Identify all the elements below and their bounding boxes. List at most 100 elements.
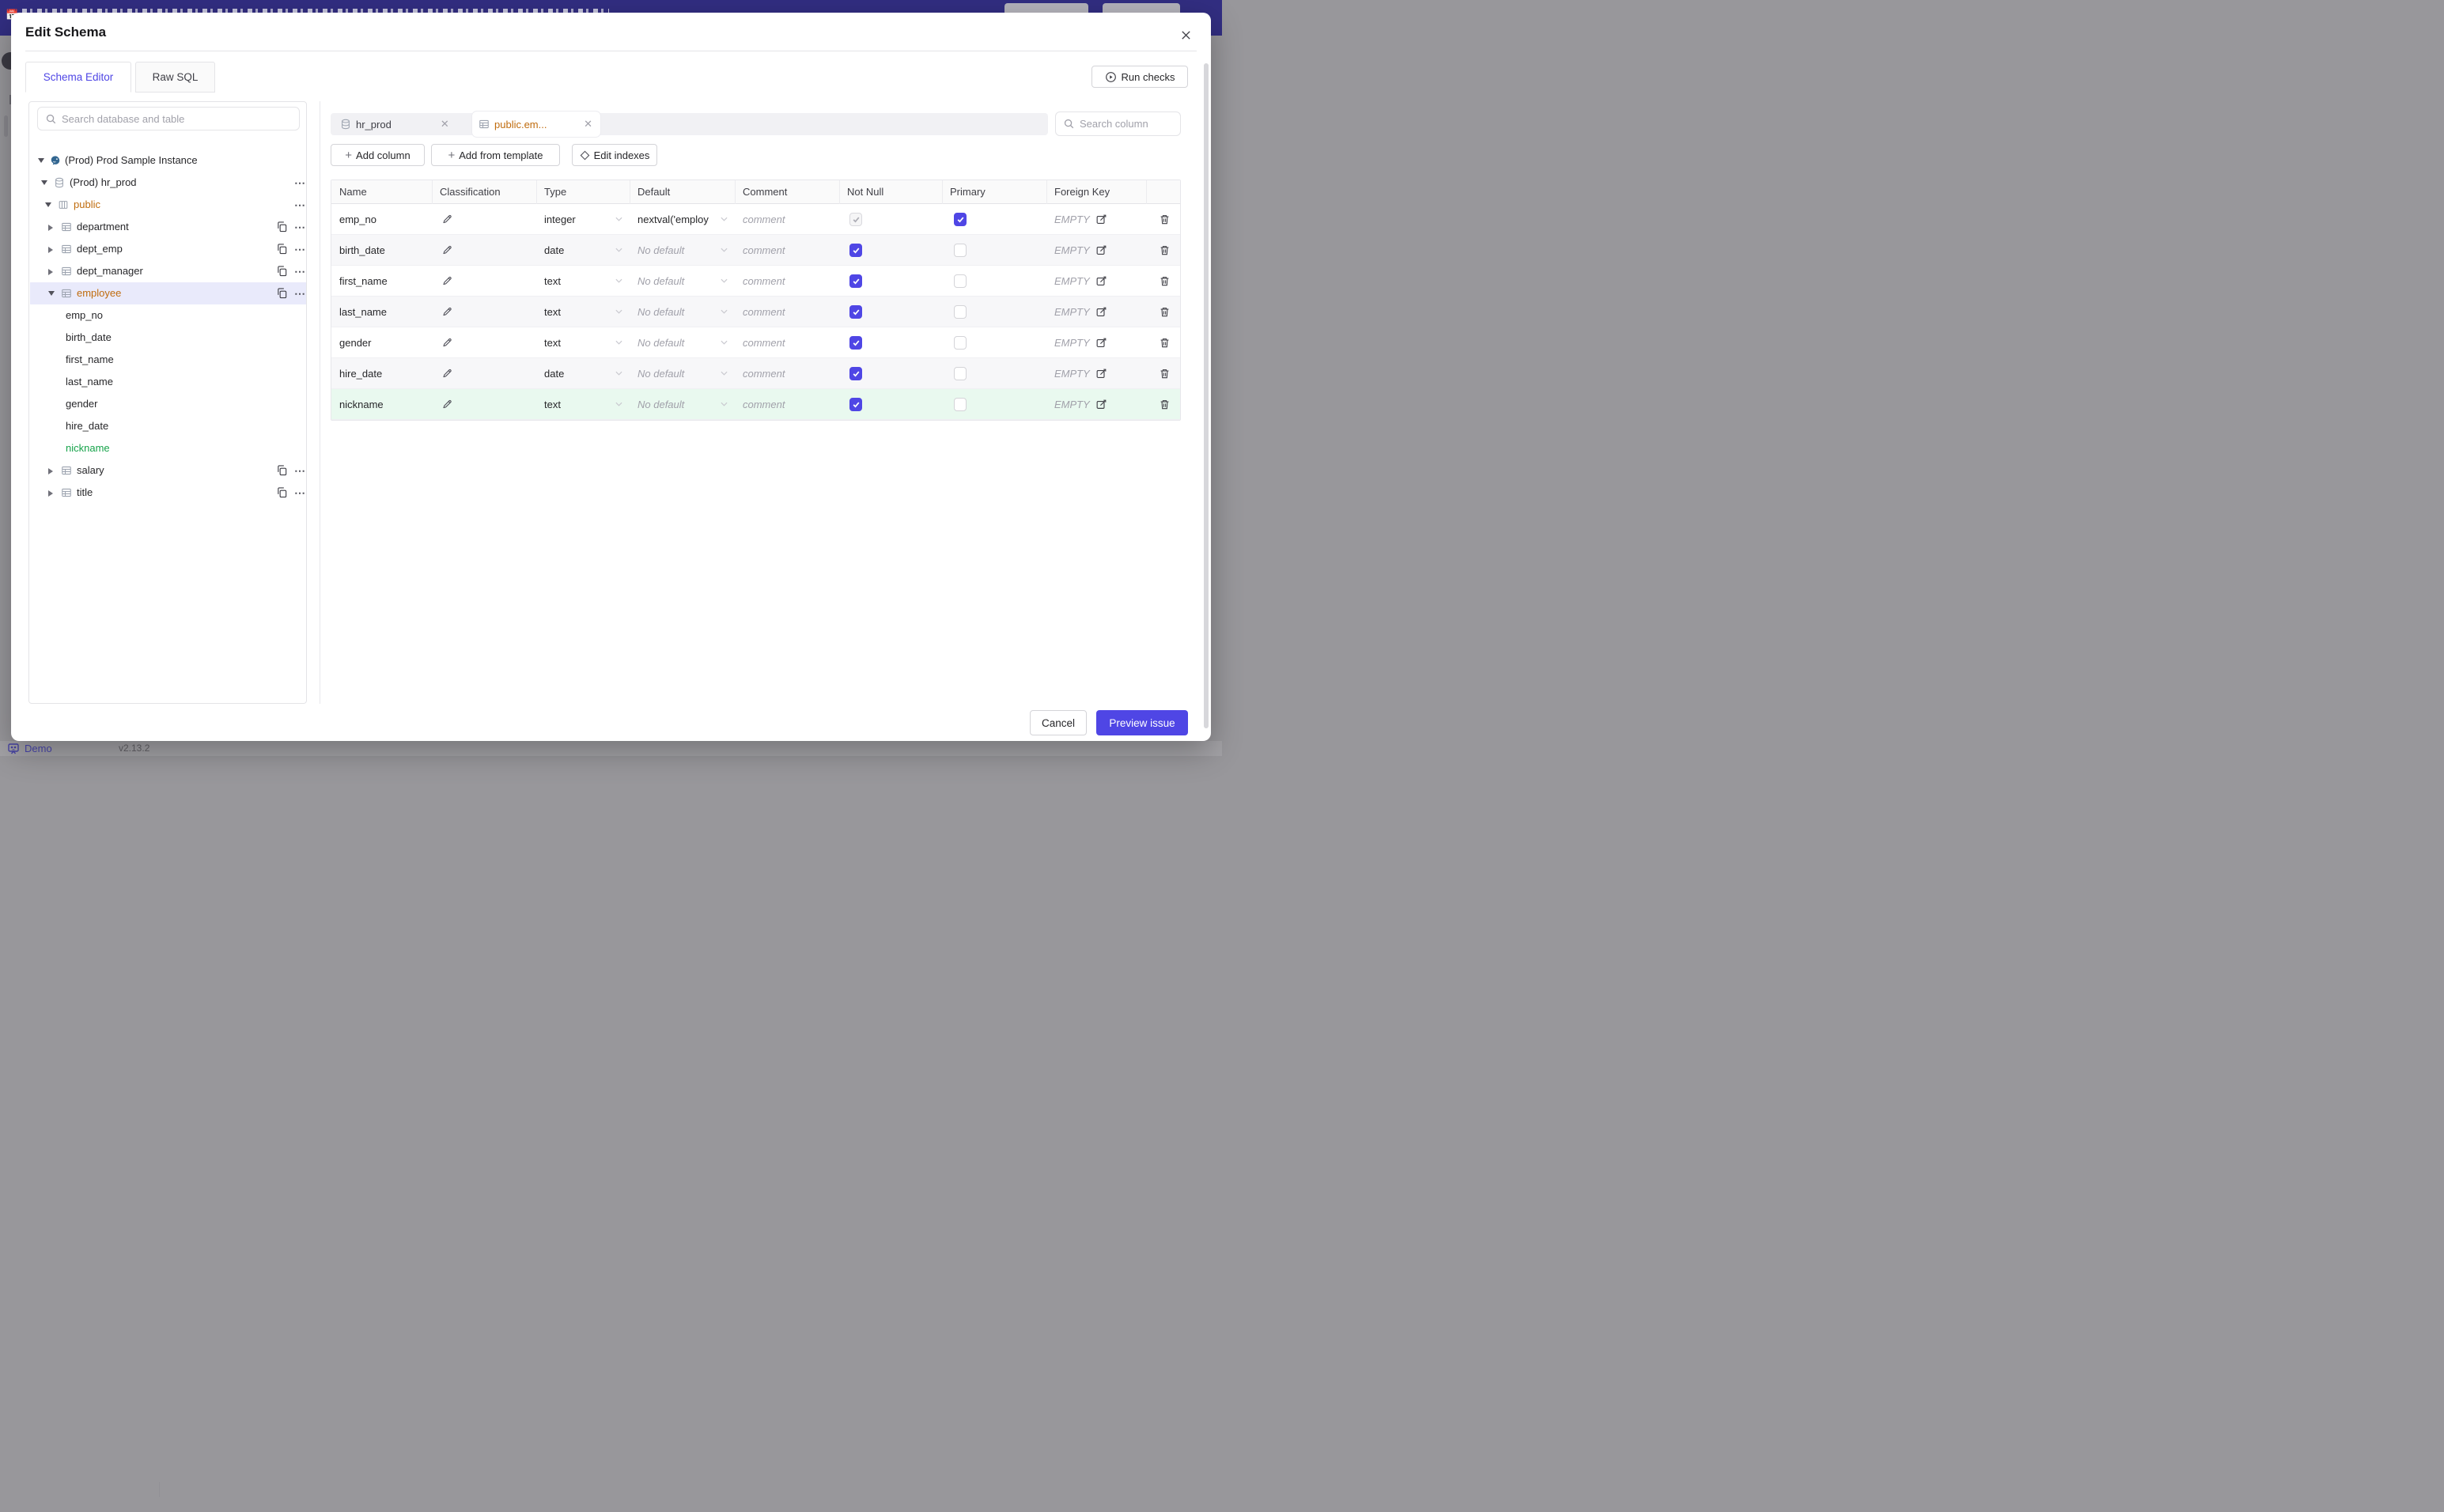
edit-foreign-key-icon[interactable] [1095,337,1107,349]
tab-chip-public-employee[interactable]: public.em... ✕ [472,112,600,137]
more-menu-icon[interactable]: ⋯ [294,282,306,304]
edit-foreign-key-icon[interactable] [1095,214,1107,225]
delete-column-icon[interactable] [1159,368,1171,380]
primary-checkbox[interactable] [954,398,967,411]
chevron-down-icon[interactable] [721,402,728,406]
chevron-down-icon[interactable] [615,371,622,376]
column-name[interactable]: emp_no [339,204,376,235]
add-column-button[interactable]: + Add column [331,144,425,166]
tree-search-input[interactable] [62,108,296,130]
caret-right-icon[interactable] [48,247,53,253]
copy-icon[interactable] [276,221,288,232]
more-menu-icon[interactable]: ⋯ [294,216,306,238]
column-name[interactable]: hire_date [339,358,382,389]
comment-input[interactable]: comment [743,297,785,327]
caret-down-icon[interactable] [41,180,47,185]
tree-item-column-hire-date[interactable]: hire_date [30,415,306,437]
tree-item-table-employee[interactable]: employee ⋯ [30,282,306,304]
chevron-down-icon[interactable] [615,278,622,283]
edit-foreign-key-icon[interactable] [1095,306,1107,318]
column-name[interactable]: nickname [339,389,384,420]
caret-right-icon[interactable] [48,225,53,231]
run-checks-button[interactable]: Run checks [1091,66,1188,88]
copy-icon[interactable] [276,464,288,476]
chevron-down-icon[interactable] [721,217,728,221]
type-select[interactable]: integer [544,204,576,235]
chevron-down-icon[interactable] [615,217,622,221]
delete-column-icon[interactable] [1159,306,1171,318]
chevron-down-icon[interactable] [721,371,728,376]
default-select[interactable]: No default [637,327,684,358]
edit-foreign-key-icon[interactable] [1095,368,1107,380]
tab-schema-editor[interactable]: Schema Editor [25,62,131,93]
caret-down-icon[interactable] [45,202,51,207]
close-chip-icon[interactable]: ✕ [439,118,451,130]
delete-column-icon[interactable] [1159,399,1171,410]
add-from-template-button[interactable]: + Add from template [431,144,560,166]
comment-input[interactable]: comment [743,235,785,266]
column-name[interactable]: first_name [339,266,388,297]
delete-column-icon[interactable] [1159,275,1171,287]
chevron-down-icon[interactable] [615,340,622,345]
primary-checkbox[interactable] [954,244,967,257]
chevron-down-icon[interactable] [721,248,728,252]
not-null-checkbox[interactable] [849,244,862,257]
tree-item-column-last-name[interactable]: last_name [30,371,306,393]
caret-right-icon[interactable] [48,269,53,275]
comment-input[interactable]: comment [743,266,785,297]
close-icon[interactable] [1177,26,1194,43]
chevron-down-icon[interactable] [615,309,622,314]
tree-item-table-dept-manager[interactable]: dept_manager ⋯ [30,260,306,282]
tree-item-table-department[interactable]: department ⋯ [30,216,306,238]
cancel-button[interactable]: Cancel [1030,710,1087,735]
tree-item-column-first-name[interactable]: first_name [30,349,306,371]
more-menu-icon[interactable]: ⋯ [294,260,306,282]
dialog-scrollbar[interactable] [1204,63,1209,728]
not-null-checkbox[interactable] [849,336,862,350]
caret-down-icon[interactable] [38,158,44,163]
type-select[interactable]: text [544,327,561,358]
primary-checkbox[interactable] [954,305,967,319]
default-select[interactable]: No default [637,266,684,297]
tree-item-column-birth-date[interactable]: birth_date [30,327,306,349]
more-menu-icon[interactable]: ⋯ [294,194,306,216]
default-select[interactable]: No default [637,389,684,420]
edit-foreign-key-icon[interactable] [1095,275,1107,287]
tree-item-database-hr-prod[interactable]: (Prod) hr_prod ⋯ [30,172,306,194]
caret-down-icon[interactable] [48,291,55,296]
default-select[interactable]: No default [637,358,684,389]
tree-item-table-salary[interactable]: salary ⋯ [30,459,306,482]
column-name[interactable]: gender [339,327,371,358]
classification-pencil-icon[interactable] [441,399,453,410]
type-select[interactable]: date [544,235,564,266]
comment-input[interactable]: comment [743,389,785,420]
not-null-checkbox[interactable] [849,305,862,319]
edit-foreign-key-icon[interactable] [1095,399,1107,410]
column-name[interactable]: birth_date [339,235,385,266]
type-select[interactable]: date [544,358,564,389]
primary-checkbox[interactable] [954,367,967,380]
classification-pencil-icon[interactable] [441,337,453,349]
chevron-down-icon[interactable] [615,402,622,406]
classification-pencil-icon[interactable] [441,244,453,256]
copy-icon[interactable] [276,486,288,498]
preview-issue-button[interactable]: Preview issue [1096,710,1188,735]
default-select[interactable]: No default [637,235,684,266]
more-menu-icon[interactable]: ⋯ [294,482,306,504]
tree-item-column-gender[interactable]: gender [30,393,306,415]
primary-checkbox[interactable] [954,213,967,226]
edit-indexes-button[interactable]: Edit indexes [572,144,657,166]
more-menu-icon[interactable]: ⋯ [294,172,306,194]
comment-input[interactable]: comment [743,358,785,389]
copy-icon[interactable] [276,243,288,255]
type-select[interactable]: text [544,266,561,297]
tree-item-column-nickname[interactable]: nickname [30,437,306,459]
chevron-down-icon[interactable] [615,248,622,252]
column-search-input[interactable] [1080,112,1178,135]
copy-icon[interactable] [276,287,288,299]
classification-pencil-icon[interactable] [441,368,453,380]
classification-pencil-icon[interactable] [441,306,453,318]
type-select[interactable]: text [544,389,561,420]
edit-foreign-key-icon[interactable] [1095,244,1107,256]
default-select[interactable]: nextval('employ [637,204,709,235]
